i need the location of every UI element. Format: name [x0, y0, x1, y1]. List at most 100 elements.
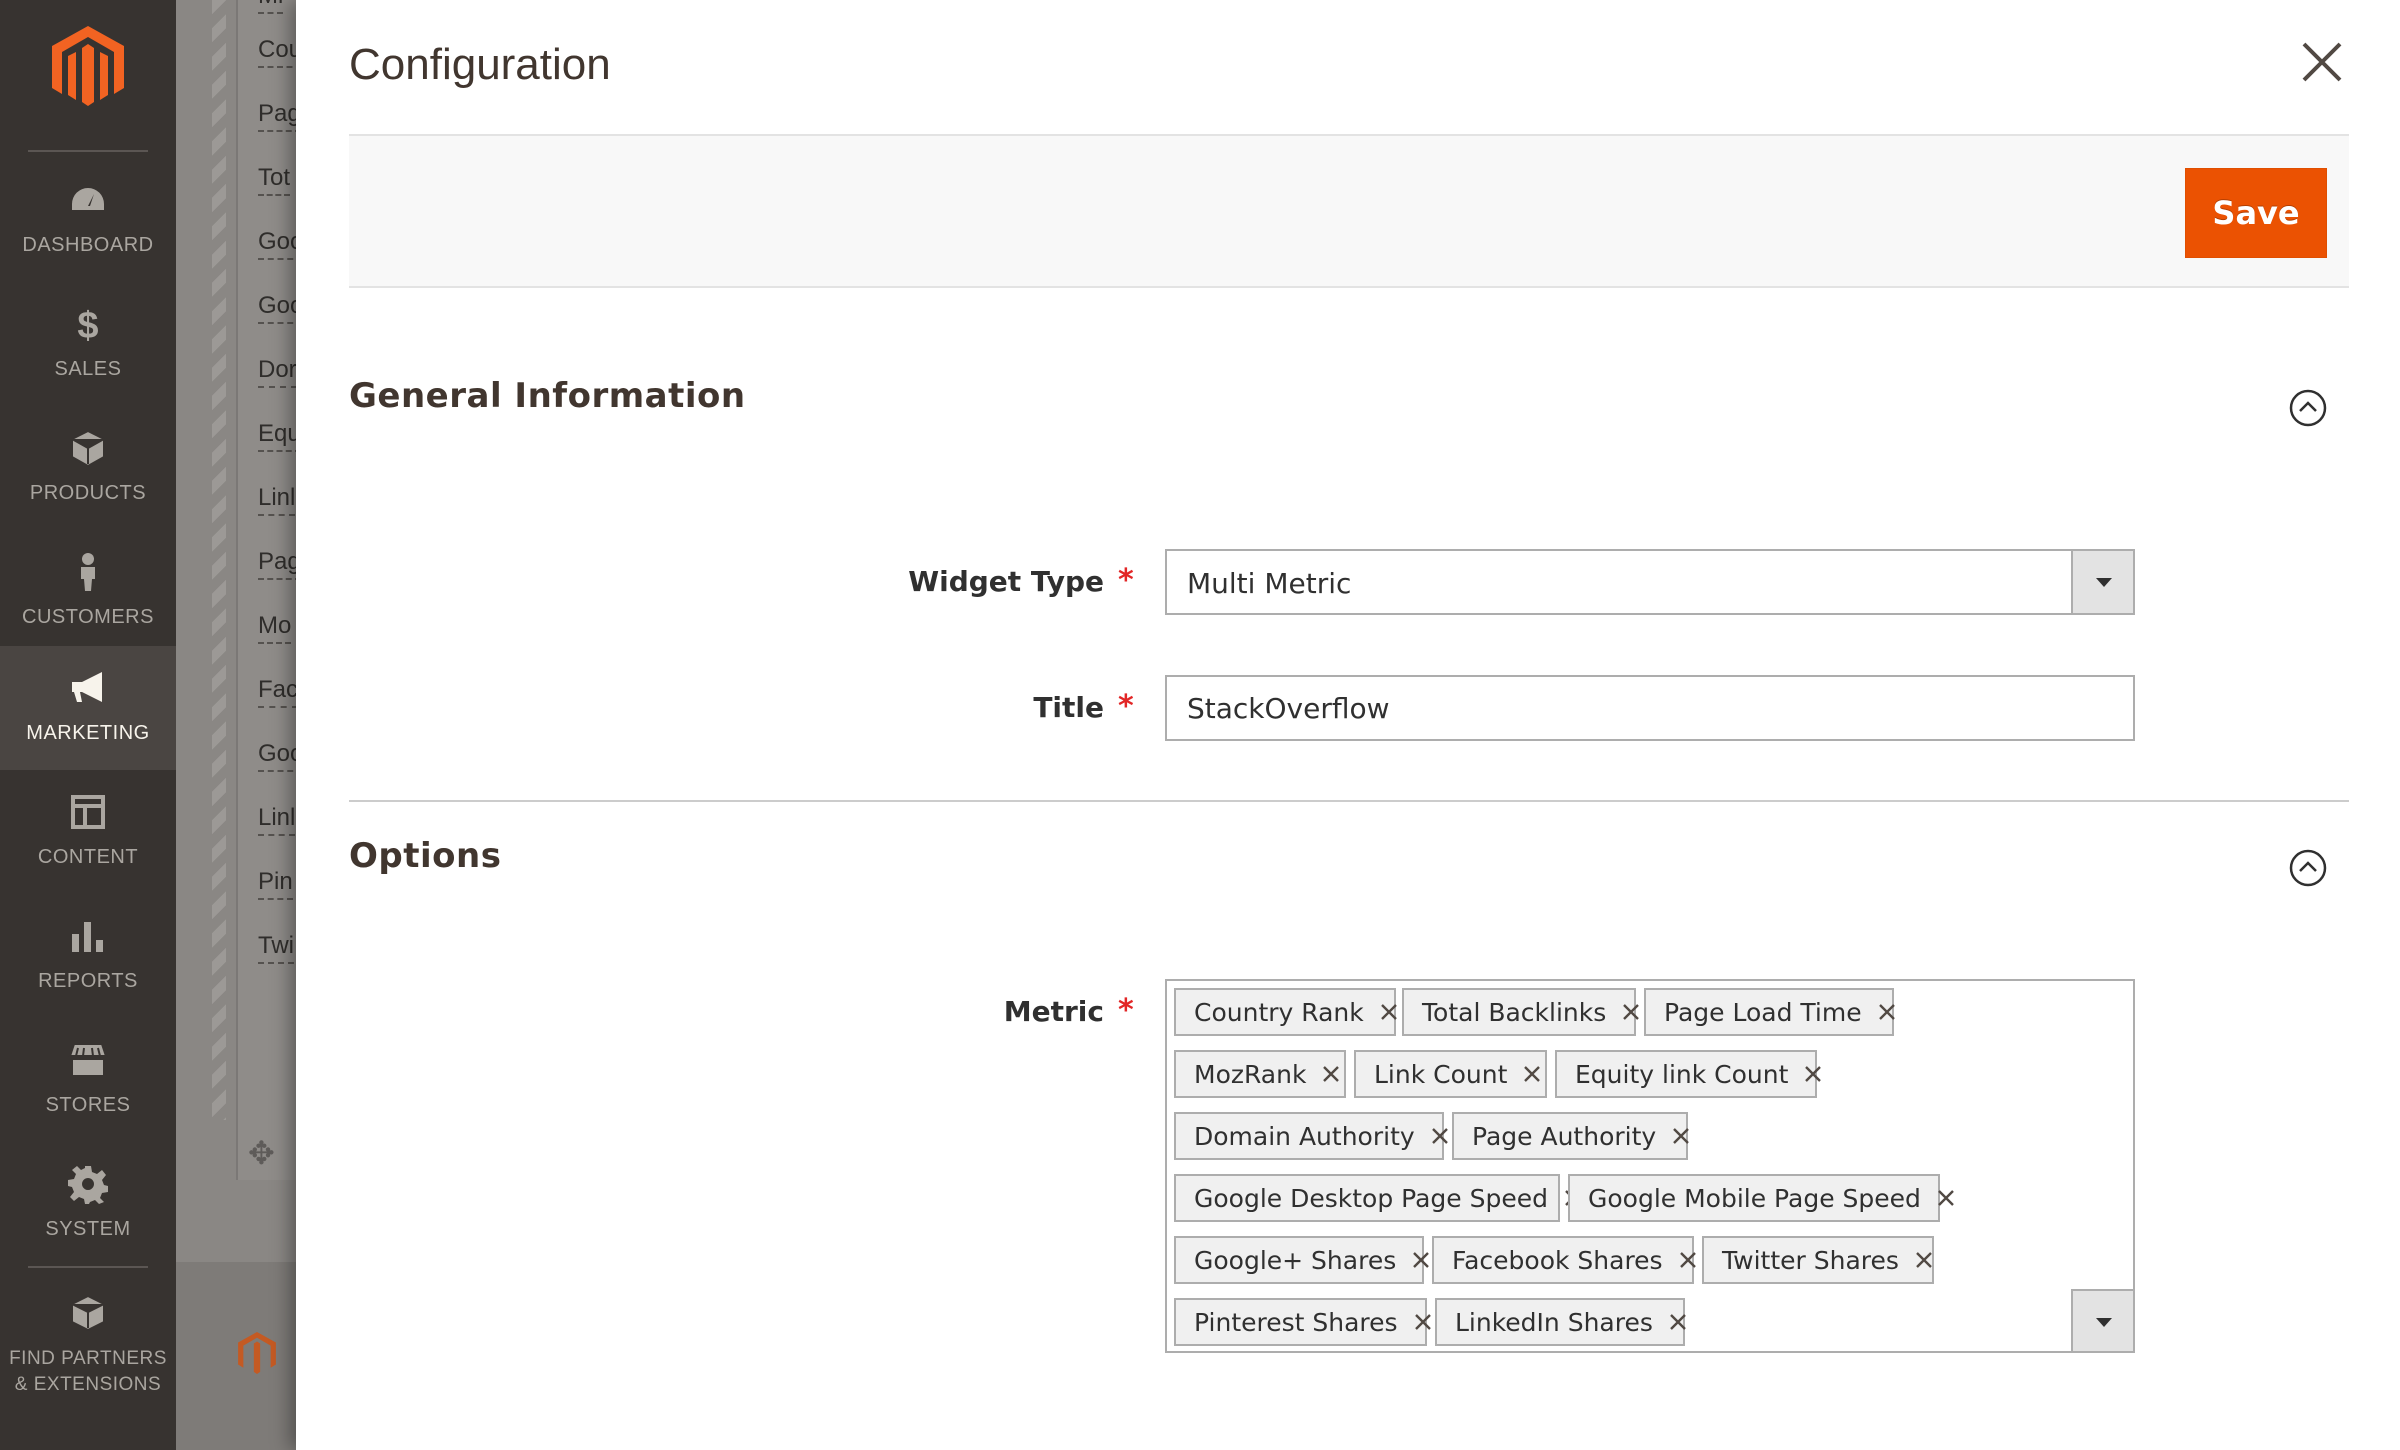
metric-chip-label: Google Desktop Page Speed	[1194, 1183, 1548, 1213]
blocks-icon	[71, 1294, 105, 1332]
metric-chip: Page Load Time	[1644, 988, 1895, 1036]
metric-chip: Domain Authority	[1174, 1112, 1448, 1160]
metric-chip-label: Page Authority	[1472, 1121, 1657, 1151]
box-icon	[71, 429, 105, 468]
sidebar-item-label: FIND PARTNERS & EXTENSIONS	[9, 1348, 167, 1395]
section-divider	[349, 800, 2349, 802]
background-row-label: Linl	[258, 484, 296, 516]
sidebar-item-products[interactable]: PRODUCTS	[0, 406, 176, 530]
sidebar-item-label: MARKETING	[26, 722, 150, 744]
widget-type-value: Multi Metric	[1187, 567, 1352, 600]
sidebar-item-label: SYSTEM	[45, 1218, 131, 1240]
metric-chip-label: Link Count	[1374, 1059, 1508, 1089]
remove-chip-icon[interactable]	[1671, 1243, 1705, 1277]
close-button[interactable]	[2298, 38, 2346, 86]
required-marker: *	[1118, 993, 1134, 1028]
dashboard-icon	[72, 188, 104, 210]
metric-chip-label: Equity link Count	[1575, 1059, 1789, 1089]
sidebar-item-label: STORES	[45, 1094, 131, 1116]
background-row-label: Pag	[258, 100, 296, 132]
remove-chip-icon[interactable]	[1796, 1057, 1830, 1091]
metric-chip: Equity link Count	[1555, 1050, 1822, 1098]
metric-chip-label: Google+ Shares	[1194, 1245, 1397, 1275]
collapse-options-button[interactable]	[2288, 848, 2328, 888]
sidebar-divider	[28, 1266, 148, 1268]
remove-chip-icon[interactable]	[1870, 995, 1904, 1029]
metric-chip-label: LinkedIn Shares	[1455, 1307, 1653, 1337]
background-row-label: Tot	[258, 164, 291, 196]
metric-chip: Page Authority	[1452, 1112, 1690, 1160]
storefront-icon	[68, 1043, 108, 1077]
metric-chip: Google Mobile Page Speed	[1568, 1174, 1954, 1222]
svg-text:$: $	[77, 305, 98, 344]
background-row-label: Mi	[258, 0, 284, 14]
megaphone-icon	[72, 672, 102, 702]
metric-chip-label: Pinterest Shares	[1194, 1307, 1398, 1337]
sidebar-item-label: CONTENT	[37, 846, 139, 868]
remove-chip-icon[interactable]	[1907, 1243, 1941, 1277]
background-row-label: Equ	[258, 420, 296, 452]
required-marker: *	[1118, 563, 1134, 598]
remove-chip-icon[interactable]	[1515, 1057, 1549, 1091]
background-row-label: Pag	[258, 548, 296, 580]
bar-chart-icon	[72, 922, 103, 952]
metric-chip: Facebook Shares	[1432, 1236, 1696, 1284]
metric-chip: Pinterest Shares	[1174, 1298, 1431, 1346]
title-input[interactable]	[1165, 675, 2135, 741]
title-label-wrap: Title	[296, 675, 1104, 741]
metric-chip-label: Facebook Shares	[1452, 1245, 1663, 1275]
metric-chip-label: Country Rank	[1194, 997, 1364, 1027]
remove-chip-icon[interactable]	[1929, 1181, 1963, 1215]
background-row-label: Goo	[258, 292, 296, 324]
chevron-down-icon[interactable]	[2071, 1289, 2133, 1351]
gear-icon	[68, 1166, 108, 1204]
sidebar-item-label: REPORTS	[38, 970, 138, 992]
close-icon	[2302, 42, 2342, 82]
metric-label: Metric	[1003, 995, 1104, 1028]
save-button[interactable]: Save	[2185, 168, 2327, 258]
background-row-label: Fac	[258, 676, 296, 708]
sidebar-item-partners[interactable]: FIND PARTNERS & EXTENSIONS	[0, 1272, 176, 1422]
remove-chip-icon[interactable]	[1314, 1057, 1348, 1091]
metric-chip-label: Domain Authority	[1194, 1121, 1415, 1151]
sidebar-item-stores[interactable]: STORES	[0, 1018, 176, 1142]
modal-actions-bar: Save	[349, 134, 2349, 288]
footer-magento-logo-icon	[238, 1332, 276, 1374]
sidebar-item-sales[interactable]: $ SALES	[0, 282, 176, 406]
magento-logo-icon[interactable]	[48, 24, 128, 108]
chevron-up-circle-icon	[2289, 389, 2327, 427]
sidebar-divider	[28, 150, 148, 152]
metric-chip: Google Desktop Page Speed	[1174, 1174, 1581, 1222]
chevron-up-circle-icon	[2289, 849, 2327, 887]
background-row-label: Goo	[258, 228, 296, 260]
background-row-label: Mo	[258, 612, 292, 644]
person-icon	[81, 553, 95, 591]
background-row-label: Linl	[258, 804, 296, 836]
remove-chip-icon[interactable]	[1664, 1119, 1698, 1153]
required-marker: *	[1118, 689, 1134, 724]
section-title-options: Options	[349, 836, 502, 876]
widget-type-select[interactable]: Multi Metric	[1165, 549, 2135, 615]
metric-chip-label: Twitter Shares	[1722, 1245, 1899, 1275]
widget-type-label: Widget Type	[908, 565, 1104, 598]
sidebar-item-dashboard[interactable]: DASHBOARD	[0, 158, 176, 282]
sidebar-item-label: PRODUCTS	[29, 482, 147, 504]
collapse-general-button[interactable]	[2288, 388, 2328, 428]
remove-chip-icon[interactable]	[1661, 1305, 1695, 1339]
metric-multiselect[interactable]: Country Rank Total Backlinks Page Load Tim…	[1165, 979, 2135, 1353]
sidebar-item-marketing[interactable]: MARKETING	[0, 646, 176, 770]
metric-chip: Twitter Shares	[1702, 1236, 1934, 1284]
sidebar-item-content[interactable]: CONTENT	[0, 770, 176, 894]
metric-chip: LinkedIn Shares	[1435, 1298, 1686, 1346]
sidebar-item-system[interactable]: SYSTEM	[0, 1142, 176, 1266]
background-row-label: Twi	[258, 932, 294, 964]
section-title-general: General Information	[349, 376, 746, 416]
remove-chip-icon[interactable]	[1372, 995, 1406, 1029]
sidebar-item-customers[interactable]: CUSTOMERS	[0, 530, 176, 654]
sidebar-item-reports[interactable]: REPORTS	[0, 894, 176, 1018]
metric-chip-label: MozRank	[1194, 1059, 1307, 1089]
chevron-down-icon[interactable]	[2071, 551, 2133, 613]
background-row-label: Pin	[258, 868, 293, 900]
metric-chip: Country Rank	[1174, 988, 1397, 1036]
metric-chip-label: Page Load Time	[1664, 997, 1862, 1027]
